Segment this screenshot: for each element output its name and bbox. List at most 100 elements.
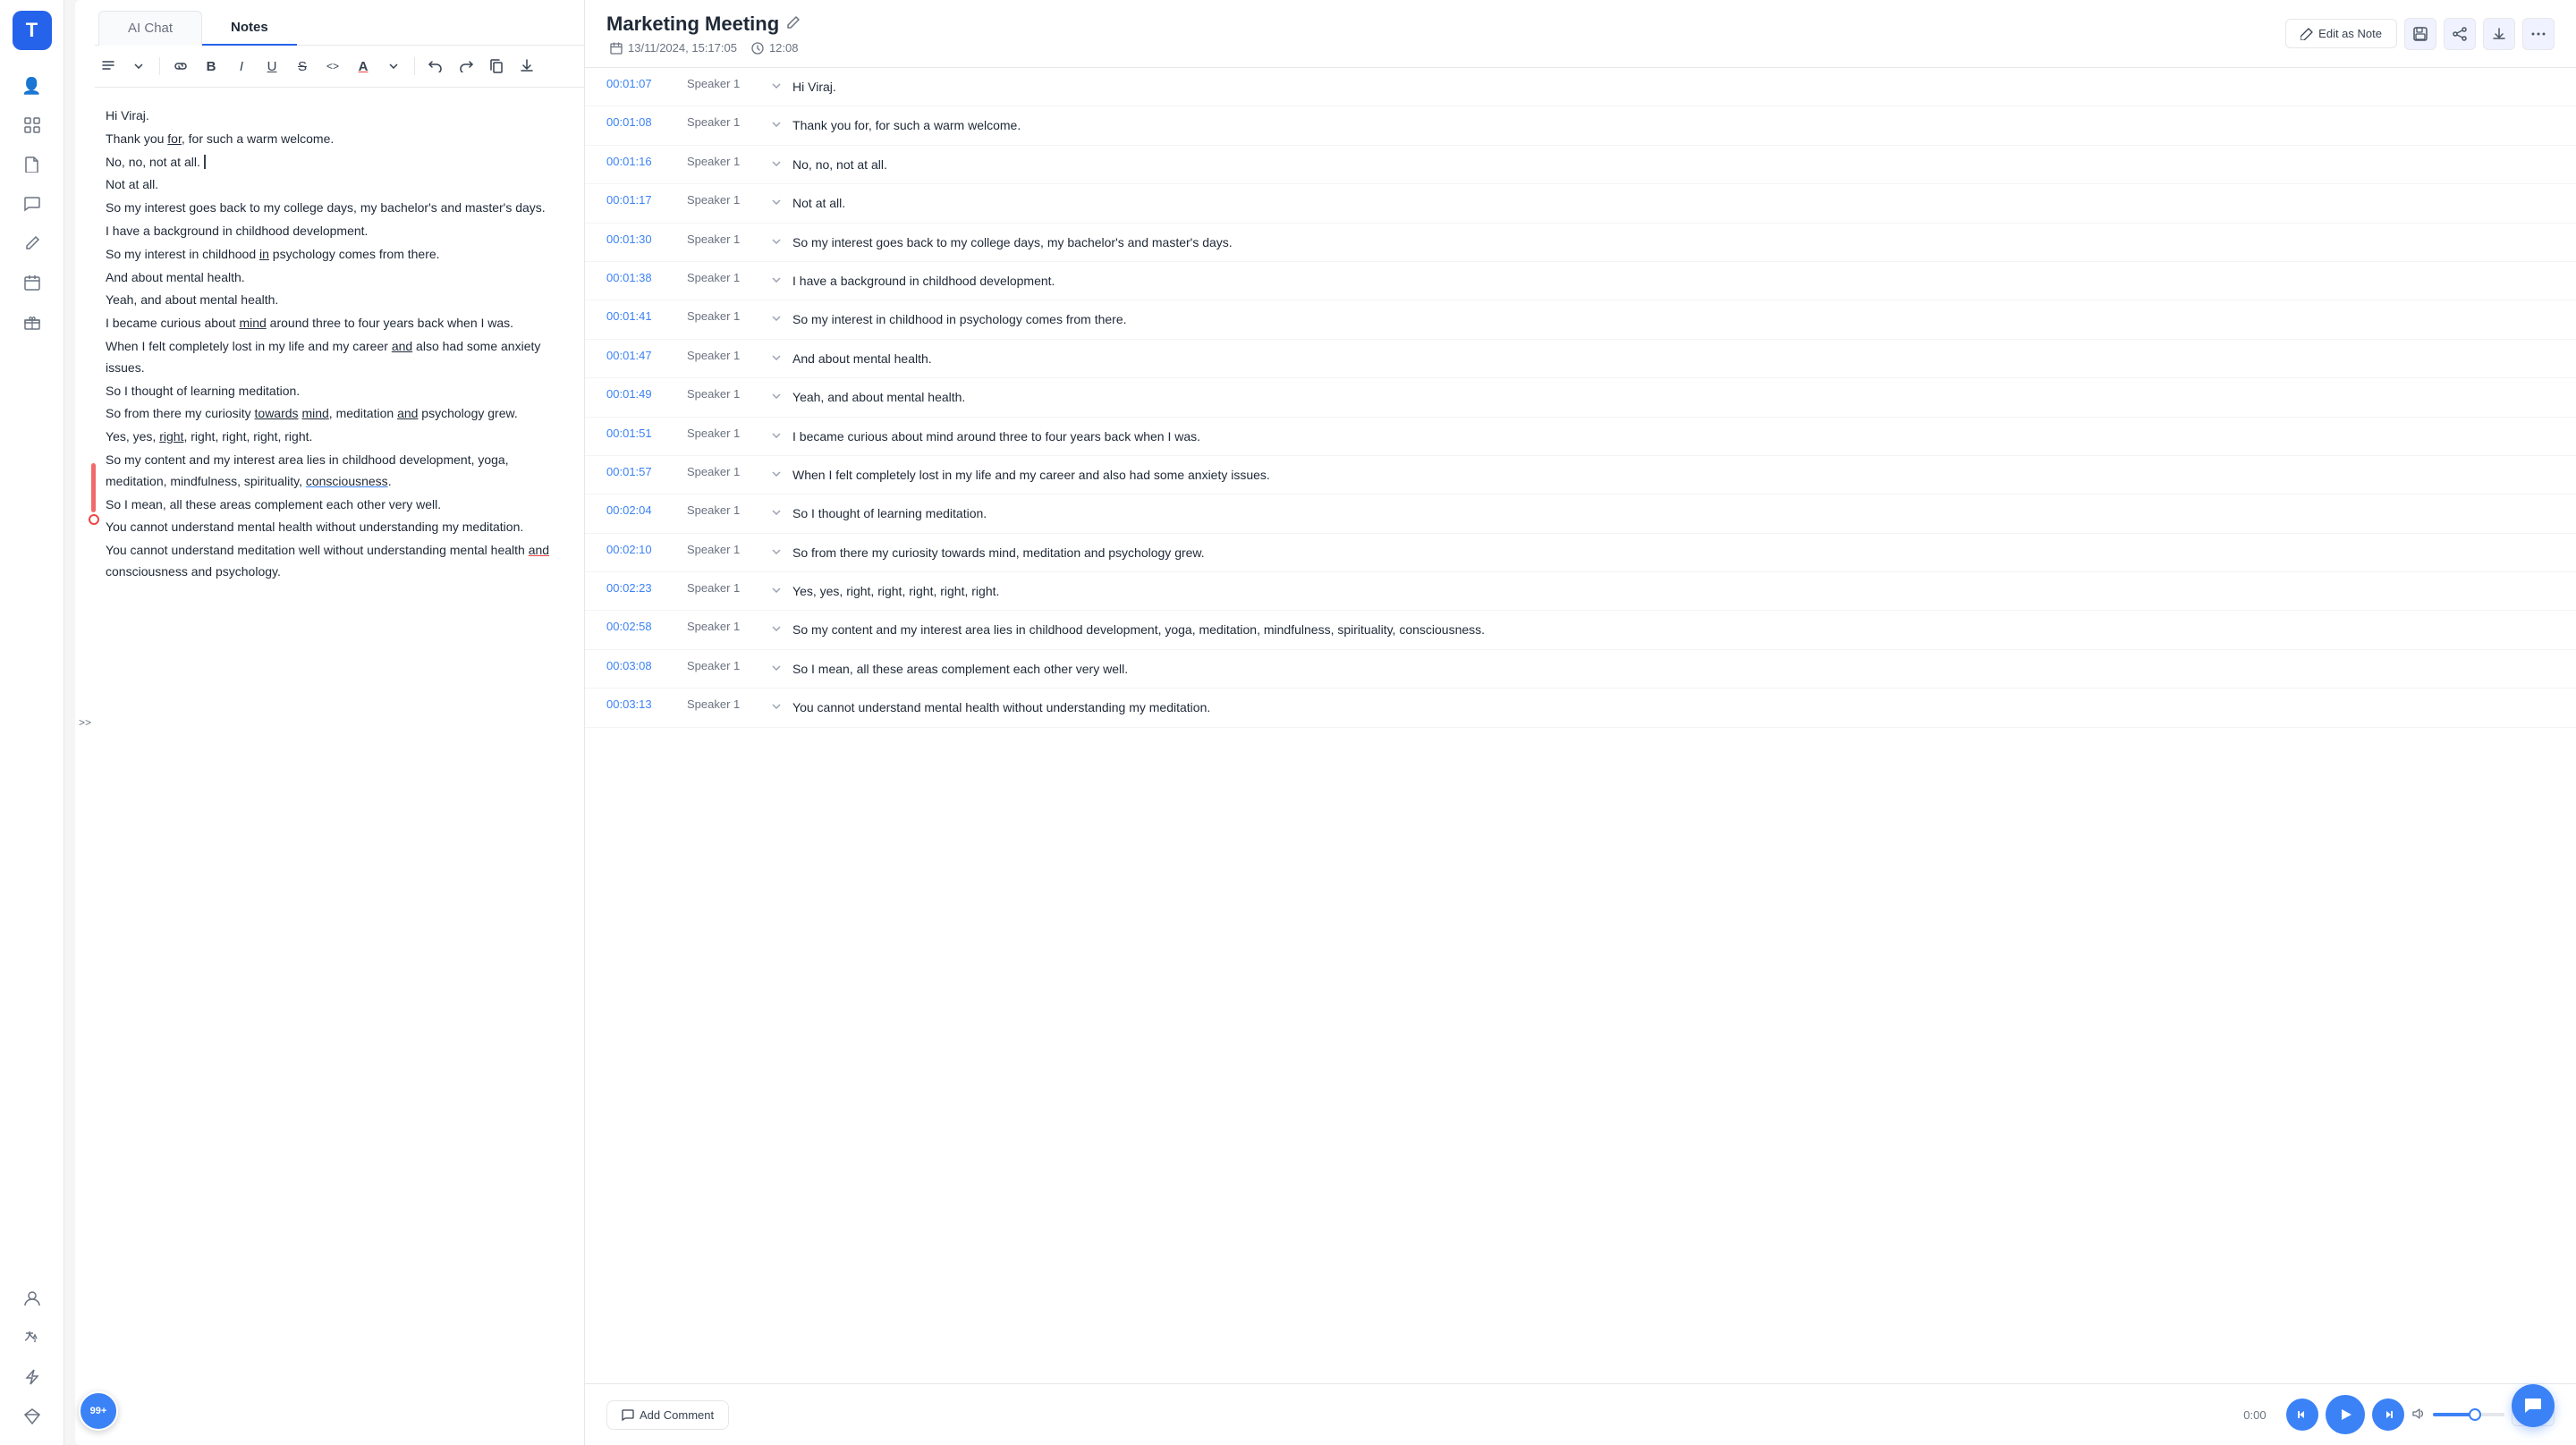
volume-thumb[interactable]: [2469, 1408, 2481, 1421]
save-icon-button[interactable]: [2404, 18, 2436, 50]
transcript-chevron[interactable]: [767, 349, 785, 367]
transcript-chevron[interactable]: [767, 309, 785, 327]
transcript-timestamp[interactable]: 00:02:23: [606, 581, 687, 595]
transcript-chevron[interactable]: [767, 620, 785, 638]
title-edit-icon[interactable]: [786, 15, 801, 34]
calendar-meta-icon: [610, 42, 623, 55]
meeting-title-text: Marketing Meeting: [606, 13, 779, 36]
transcript-timestamp[interactable]: 00:03:08: [606, 659, 687, 672]
edit-as-note-button[interactable]: Edit as Note: [2285, 19, 2397, 48]
transcript-timestamp[interactable]: 00:01:07: [606, 77, 687, 90]
copy-button[interactable]: [483, 53, 510, 80]
align-dropdown-button[interactable]: [125, 53, 152, 80]
sidebar-icon-person[interactable]: [14, 1280, 50, 1316]
sidebar-icon-diamond[interactable]: [14, 1399, 50, 1434]
transcript-chevron[interactable]: [767, 115, 785, 133]
bold-button[interactable]: B: [198, 53, 225, 80]
transcript-timestamp[interactable]: 00:01:47: [606, 349, 687, 362]
transcript-timestamp[interactable]: 00:01:51: [606, 427, 687, 440]
volume-icon: [2411, 1407, 2426, 1423]
skip-back-button[interactable]: [2286, 1399, 2318, 1431]
chat-bubble-icon: [2523, 1396, 2543, 1415]
transcript-timestamp[interactable]: 00:01:38: [606, 271, 687, 284]
transcript-chevron[interactable]: [767, 155, 785, 173]
text-color-button[interactable]: A: [350, 53, 377, 80]
transcript-chevron[interactable]: [767, 387, 785, 405]
volume-slider[interactable]: [2433, 1413, 2504, 1416]
add-comment-button[interactable]: Add Comment: [606, 1400, 729, 1430]
transcript-chevron[interactable]: [767, 427, 785, 444]
transcript-timestamp[interactable]: 00:01:57: [606, 465, 687, 478]
transcript-timestamp[interactable]: 00:01:41: [606, 309, 687, 323]
transcript-timestamp[interactable]: 00:01:16: [606, 155, 687, 168]
transcript-chevron[interactable]: [767, 659, 785, 677]
sidebar-icon-grid[interactable]: [14, 107, 50, 143]
sidebar-icon-translate[interactable]: [14, 1320, 50, 1356]
transcript-speaker: Speaker 1: [687, 271, 767, 284]
notification-badge[interactable]: 99+: [79, 1391, 118, 1431]
italic-button[interactable]: I: [228, 53, 255, 80]
chat-bubble-button[interactable]: [2512, 1384, 2555, 1427]
sidebar-icon-gift[interactable]: [14, 304, 50, 340]
undo-button[interactable]: [422, 53, 449, 80]
transcript-timestamp[interactable]: 00:03:13: [606, 697, 687, 711]
transcript-row: 00:01:30 Speaker 1 So my interest goes b…: [585, 224, 2576, 262]
transcript-chevron[interactable]: [767, 77, 785, 95]
volume-control[interactable]: [2411, 1407, 2504, 1423]
transcript-chevron[interactable]: [767, 543, 785, 561]
transcript-chevron[interactable]: [767, 271, 785, 289]
transcript-timestamp[interactable]: 00:02:10: [606, 543, 687, 556]
transcript-speaker: Speaker 1: [687, 697, 767, 711]
underline-button[interactable]: U: [258, 53, 285, 80]
transcript-text: So my interest in childhood in psycholog…: [792, 309, 2555, 329]
strikethrough-button[interactable]: S: [289, 53, 316, 80]
transcript-timestamp[interactable]: 00:01:30: [606, 232, 687, 246]
transcript-speaker: Speaker 1: [687, 155, 767, 168]
sidebar-icon-lightning[interactable]: [14, 1359, 50, 1395]
transcript-chevron[interactable]: [767, 503, 785, 521]
redo-button[interactable]: [453, 53, 479, 80]
transcript-text: So my interest goes back to my college d…: [792, 232, 2555, 252]
transcript-chevron[interactable]: [767, 193, 785, 211]
sidebar-icon-document[interactable]: [14, 147, 50, 182]
play-button[interactable]: [2326, 1395, 2365, 1434]
tab-notes[interactable]: Notes: [202, 11, 297, 46]
align-button[interactable]: [95, 53, 122, 80]
transcript-chevron[interactable]: [767, 697, 785, 715]
transcript-text: Not at all.: [792, 193, 2555, 213]
download-editor-button[interactable]: [513, 53, 540, 80]
skip-forward-button[interactable]: [2372, 1399, 2404, 1431]
transcript-speaker: Speaker 1: [687, 503, 767, 517]
editor-line: When I felt completely lost in my life a…: [106, 336, 563, 379]
transcript-timestamp[interactable]: 00:01:17: [606, 193, 687, 207]
code-button[interactable]: <>: [319, 53, 346, 80]
transcript-row: 00:02:58 Speaker 1 So my content and my …: [585, 611, 2576, 649]
editor-area[interactable]: Hi Viraj. Thank you for, for such a warm…: [84, 88, 584, 1445]
editor-line: So from there my curiosity towards mind,…: [106, 403, 563, 425]
download-icon-button[interactable]: [2483, 18, 2515, 50]
time-meta: 12:08: [751, 41, 799, 55]
transcript-text: No, no, not at all.: [792, 155, 2555, 174]
transcript-timestamp[interactable]: 00:01:08: [606, 115, 687, 129]
sidebar-icon-calendar[interactable]: [14, 265, 50, 300]
sidebar-icon-users[interactable]: 👤: [14, 68, 50, 104]
transcript-chevron[interactable]: [767, 232, 785, 250]
right-panel: Marketing Meeting 13/11/2024, 15:17:05: [585, 0, 2576, 1445]
transcript-row: 00:01:08 Speaker 1 Thank you for, for su…: [585, 106, 2576, 145]
transcript-timestamp[interactable]: 00:02:58: [606, 620, 687, 633]
transcript-speaker: Speaker 1: [687, 77, 767, 90]
transcript-timestamp[interactable]: 00:02:04: [606, 503, 687, 517]
tab-ai-chat[interactable]: AI Chat: [98, 11, 202, 46]
share-icon-button[interactable]: [2444, 18, 2476, 50]
link-button[interactable]: [167, 53, 194, 80]
sidebar-icon-chat[interactable]: [14, 186, 50, 222]
transcript-speaker: Speaker 1: [687, 309, 767, 323]
more-options-button[interactable]: [2522, 18, 2555, 50]
transcript-timestamp[interactable]: 00:01:49: [606, 387, 687, 401]
transcript-chevron[interactable]: [767, 465, 785, 483]
color-dropdown-button[interactable]: [380, 53, 407, 80]
sidebar-icon-edit[interactable]: [14, 225, 50, 261]
date-meta: 13/11/2024, 15:17:05: [610, 41, 737, 55]
transcript-chevron[interactable]: [767, 581, 785, 599]
edit-note-icon: [2301, 28, 2313, 40]
